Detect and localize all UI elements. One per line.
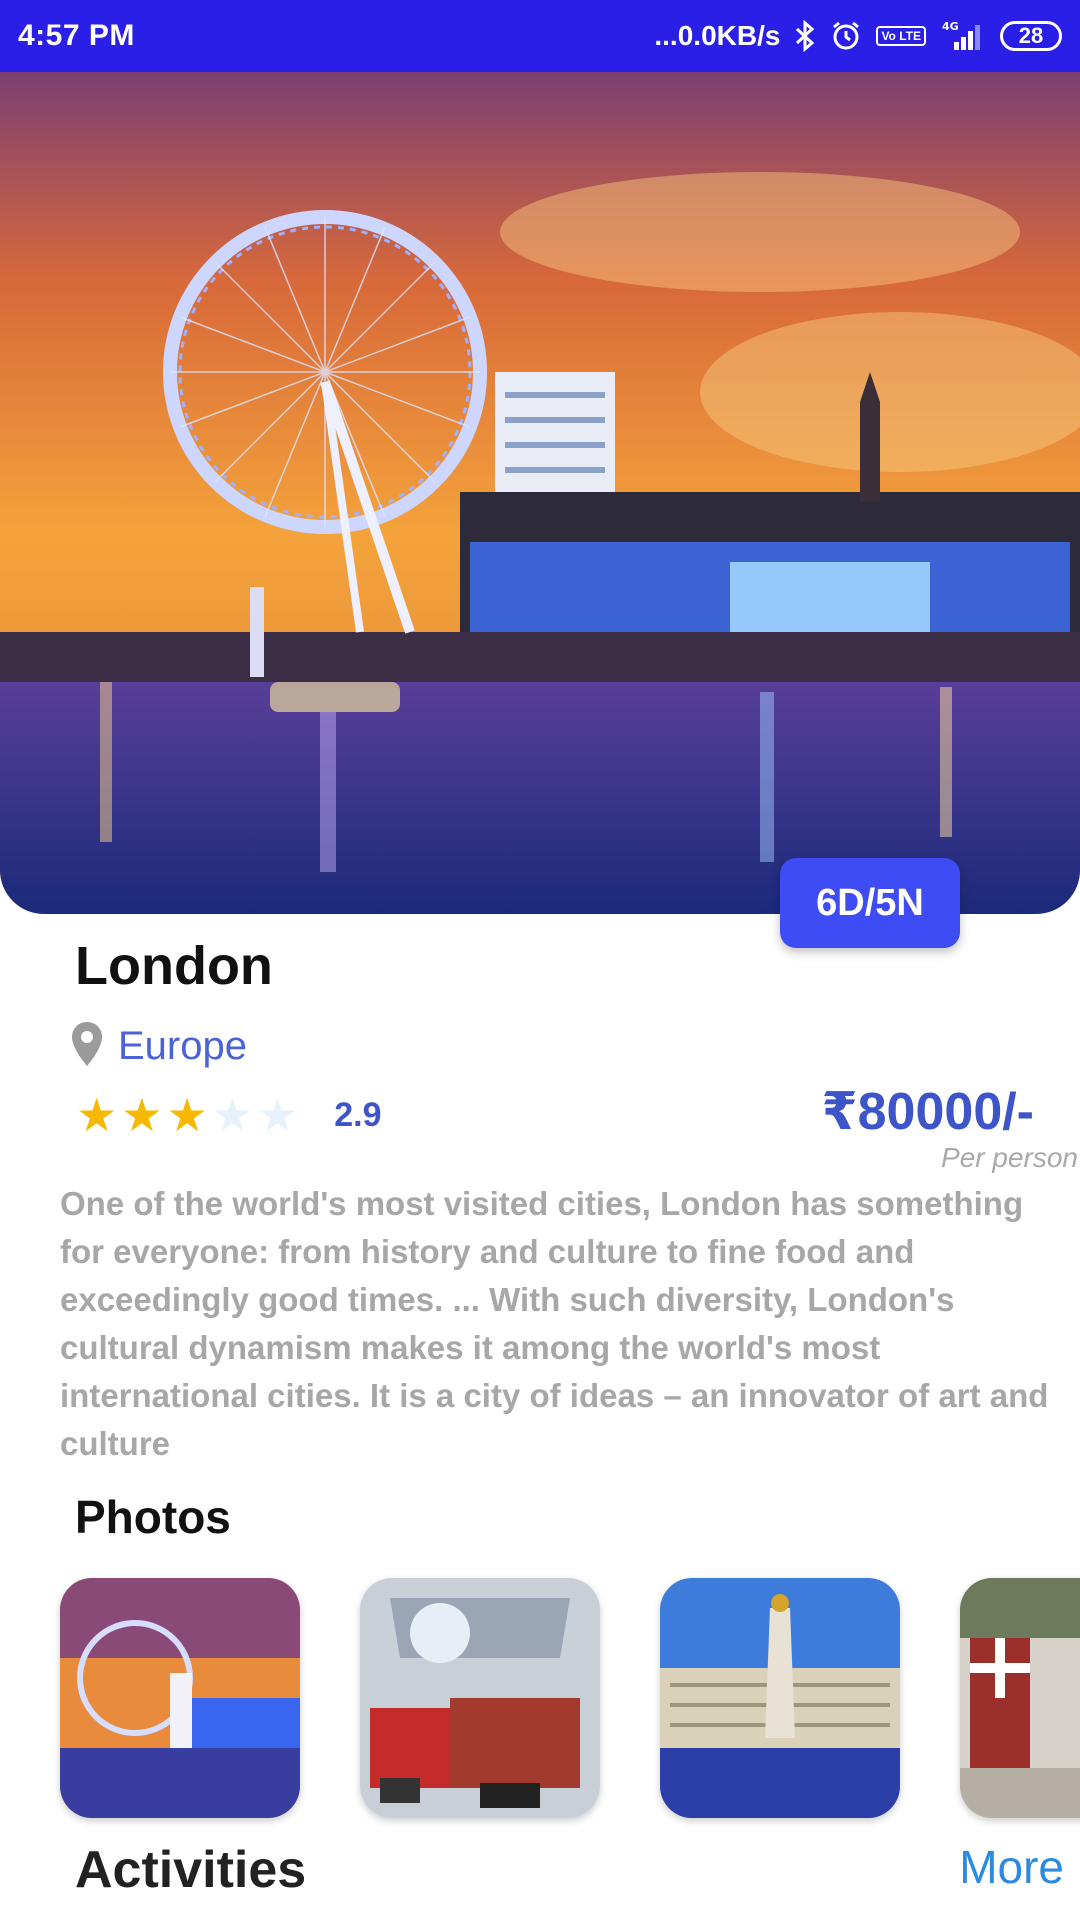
signal-icon: 4G (940, 20, 986, 52)
photo-thumbnail-leadenhall-market[interactable] (960, 1578, 1080, 1818)
status-time: 4:57 PM (18, 19, 135, 52)
battery-icon: 28 (1000, 21, 1062, 51)
photo-thumbnail-buckingham-palace[interactable] (660, 1578, 900, 1818)
alarm-icon (830, 20, 862, 52)
destination-title: London (75, 936, 273, 996)
volte-icon: Vo LTE (876, 26, 926, 46)
duration-badge: 6D/5N (780, 858, 960, 948)
hero-image (0, 72, 1080, 914)
star-icon-filled: ★ (76, 1089, 118, 1141)
more-link[interactable]: More (959, 1840, 1064, 1894)
location-label: Europe (118, 1024, 247, 1068)
star-icon-filled: ★ (166, 1089, 208, 1141)
network-speed: ...0.0KB/s (654, 20, 781, 51)
description: One of the world's most visited cities, … (60, 1185, 1049, 1462)
location-pin-icon (70, 1020, 104, 1073)
status-bar: 4:57 PM ...0.0KB/s Vo LTE 4G 28 (0, 0, 1080, 72)
location-row[interactable]: Europe (70, 1020, 247, 1073)
photo-thumbnail-transport-museum[interactable] (360, 1578, 600, 1818)
star-icon-filled: ★ (121, 1089, 163, 1141)
svg-text:4G: 4G (942, 20, 959, 33)
rating-value: 2.9 (334, 1095, 382, 1134)
rating: ★ ★ ★ ★ ★ 2.9 (76, 1090, 382, 1140)
star-icon-empty: ★ (211, 1089, 253, 1141)
screen: 4:57 PM ...0.0KB/s Vo LTE 4G 28 6D/5N Lo… (0, 0, 1080, 1920)
activities-heading: Activities (75, 1841, 307, 1899)
photo-thumbnail-london-eye[interactable] (60, 1578, 300, 1818)
bluetooth-icon (794, 20, 816, 52)
photos-heading: Photos (75, 1491, 231, 1543)
status-icons: ...0.0KB/s Vo LTE 4G 28 (654, 20, 1062, 52)
star-icon-empty: ★ (257, 1089, 299, 1141)
price-note: Per person (941, 1142, 1078, 1173)
price: ₹80000/- (821, 1083, 1034, 1141)
